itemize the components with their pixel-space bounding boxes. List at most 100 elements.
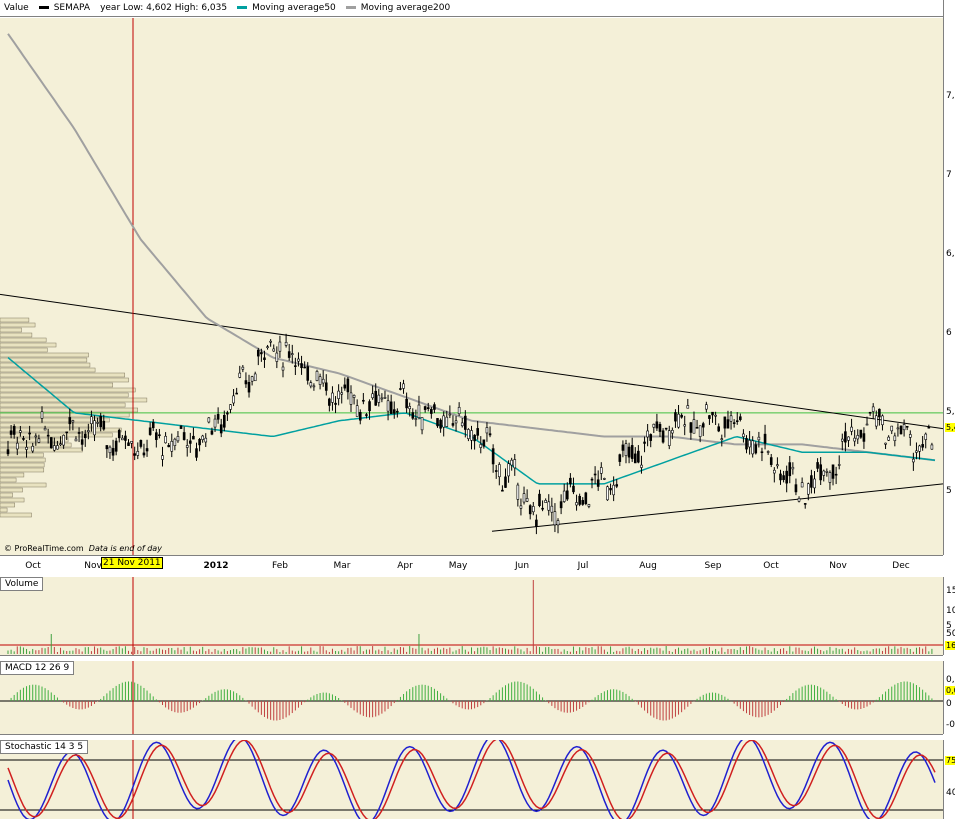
- candle-body: [686, 405, 690, 409]
- candle-body: [850, 426, 853, 432]
- candle-body: [19, 430, 22, 433]
- volume-profile-bar: [0, 482, 47, 488]
- volume-profile-bar: [0, 477, 17, 483]
- candle-body: [837, 464, 841, 466]
- candle-body: [133, 453, 136, 456]
- price-axis-tick: 7: [946, 169, 952, 180]
- candle-body: [266, 346, 269, 348]
- candle-body: [819, 464, 822, 481]
- candle-body: [275, 352, 279, 362]
- candle-body: [46, 434, 50, 437]
- candle-body: [142, 452, 146, 456]
- candle-body: [340, 392, 344, 395]
- candle-body: [800, 482, 804, 488]
- candle-body: [593, 473, 597, 476]
- candle-body: [426, 407, 430, 410]
- candle-body: [207, 417, 211, 423]
- candle-body: [408, 406, 412, 410]
- candle-body: [791, 466, 795, 470]
- candle-body: [905, 425, 909, 428]
- candle-body: [711, 411, 714, 416]
- candle-body: [735, 420, 739, 422]
- candle-body: [374, 390, 378, 406]
- stochastic-panel[interactable]: Stochastic 14 3 5: [0, 740, 943, 819]
- candle-body: [488, 433, 492, 436]
- x-axis-label: 2012: [203, 561, 229, 571]
- candle-body: [269, 340, 272, 343]
- macd-panel[interactable]: MACD 12 26 9: [0, 661, 943, 735]
- candle-body: [807, 483, 810, 495]
- candle-body: [433, 404, 436, 410]
- candle-body: [612, 484, 615, 496]
- candle-body: [609, 488, 612, 491]
- candle-body: [386, 400, 390, 412]
- candle-body: [785, 470, 788, 484]
- candle-body: [49, 437, 53, 449]
- candle-body: [158, 434, 161, 437]
- candle-body: [782, 475, 785, 481]
- candle-body: [467, 429, 470, 439]
- candle-body: [290, 353, 294, 355]
- candle-body: [754, 444, 758, 454]
- candle-body: [130, 440, 133, 444]
- candle-body: [859, 429, 863, 438]
- ma200-line: [7, 33, 936, 462]
- candle-body: [649, 434, 653, 441]
- candle-body: [637, 450, 640, 463]
- candle-body: [368, 401, 371, 412]
- candle-body: [476, 428, 479, 436]
- volume-panel[interactable]: Volume: [0, 577, 943, 656]
- candle-body: [881, 415, 884, 426]
- volume-profile-bar: [0, 327, 22, 333]
- candle-body: [544, 500, 547, 503]
- ma200-label: Moving average200: [360, 3, 451, 13]
- candle-body: [565, 490, 569, 500]
- candle-body: [902, 424, 906, 431]
- macd-last-badge: 0,0: [945, 686, 955, 695]
- candle-body: [176, 436, 180, 442]
- price-axis-tick: 5,5: [946, 406, 955, 417]
- candle-body: [167, 444, 170, 448]
- price-panel[interactable]: © ProRealTime.com Data is end of day: [0, 18, 943, 556]
- candle-body: [439, 419, 442, 429]
- candle-body: [93, 420, 96, 436]
- candle-body: [331, 392, 334, 403]
- candle-body: [655, 421, 659, 429]
- candle-body: [840, 438, 844, 442]
- macd-tick: 0,1: [946, 675, 955, 685]
- credit-source: © ProRealTime.com: [4, 544, 84, 553]
- candle-body: [442, 415, 445, 428]
- candle-body: [195, 448, 198, 458]
- candle-body: [380, 397, 384, 400]
- candle-body: [161, 455, 164, 460]
- candle-body: [383, 397, 387, 399]
- stochastic-last-badge: 75: [945, 756, 955, 765]
- volume-profile-bar: [0, 322, 36, 328]
- candle-body: [494, 470, 498, 472]
- stochastic-tick: 40: [946, 788, 955, 798]
- candle-body: [779, 473, 782, 481]
- x-axis-label: Aug: [639, 561, 657, 571]
- candle-body: [430, 408, 433, 414]
- chart-legend: Value SEMAPA year Low: 4,602 High: 6,035…: [0, 0, 943, 17]
- candle-body: [324, 382, 328, 391]
- candle-body: [810, 475, 813, 488]
- candle-body: [624, 443, 628, 456]
- candle-body: [235, 392, 238, 395]
- candle-body: [362, 399, 365, 402]
- ticker-legend: SEMAPA: [38, 3, 90, 13]
- candle-body: [757, 436, 761, 441]
- candle-body: [535, 519, 538, 527]
- candle-body: [80, 439, 84, 445]
- x-axis-label: Apr: [397, 561, 413, 571]
- candle-body: [117, 429, 121, 439]
- chart-credit: © ProRealTime.com Data is end of day: [4, 544, 162, 553]
- candle-body: [260, 352, 263, 355]
- candle-body: [640, 464, 643, 468]
- candle-body: [908, 434, 912, 438]
- candle-body: [457, 406, 461, 415]
- candle-body: [667, 430, 671, 446]
- volume-profile-bar: [0, 347, 48, 353]
- candle-body: [760, 451, 764, 454]
- candle-body: [423, 406, 427, 410]
